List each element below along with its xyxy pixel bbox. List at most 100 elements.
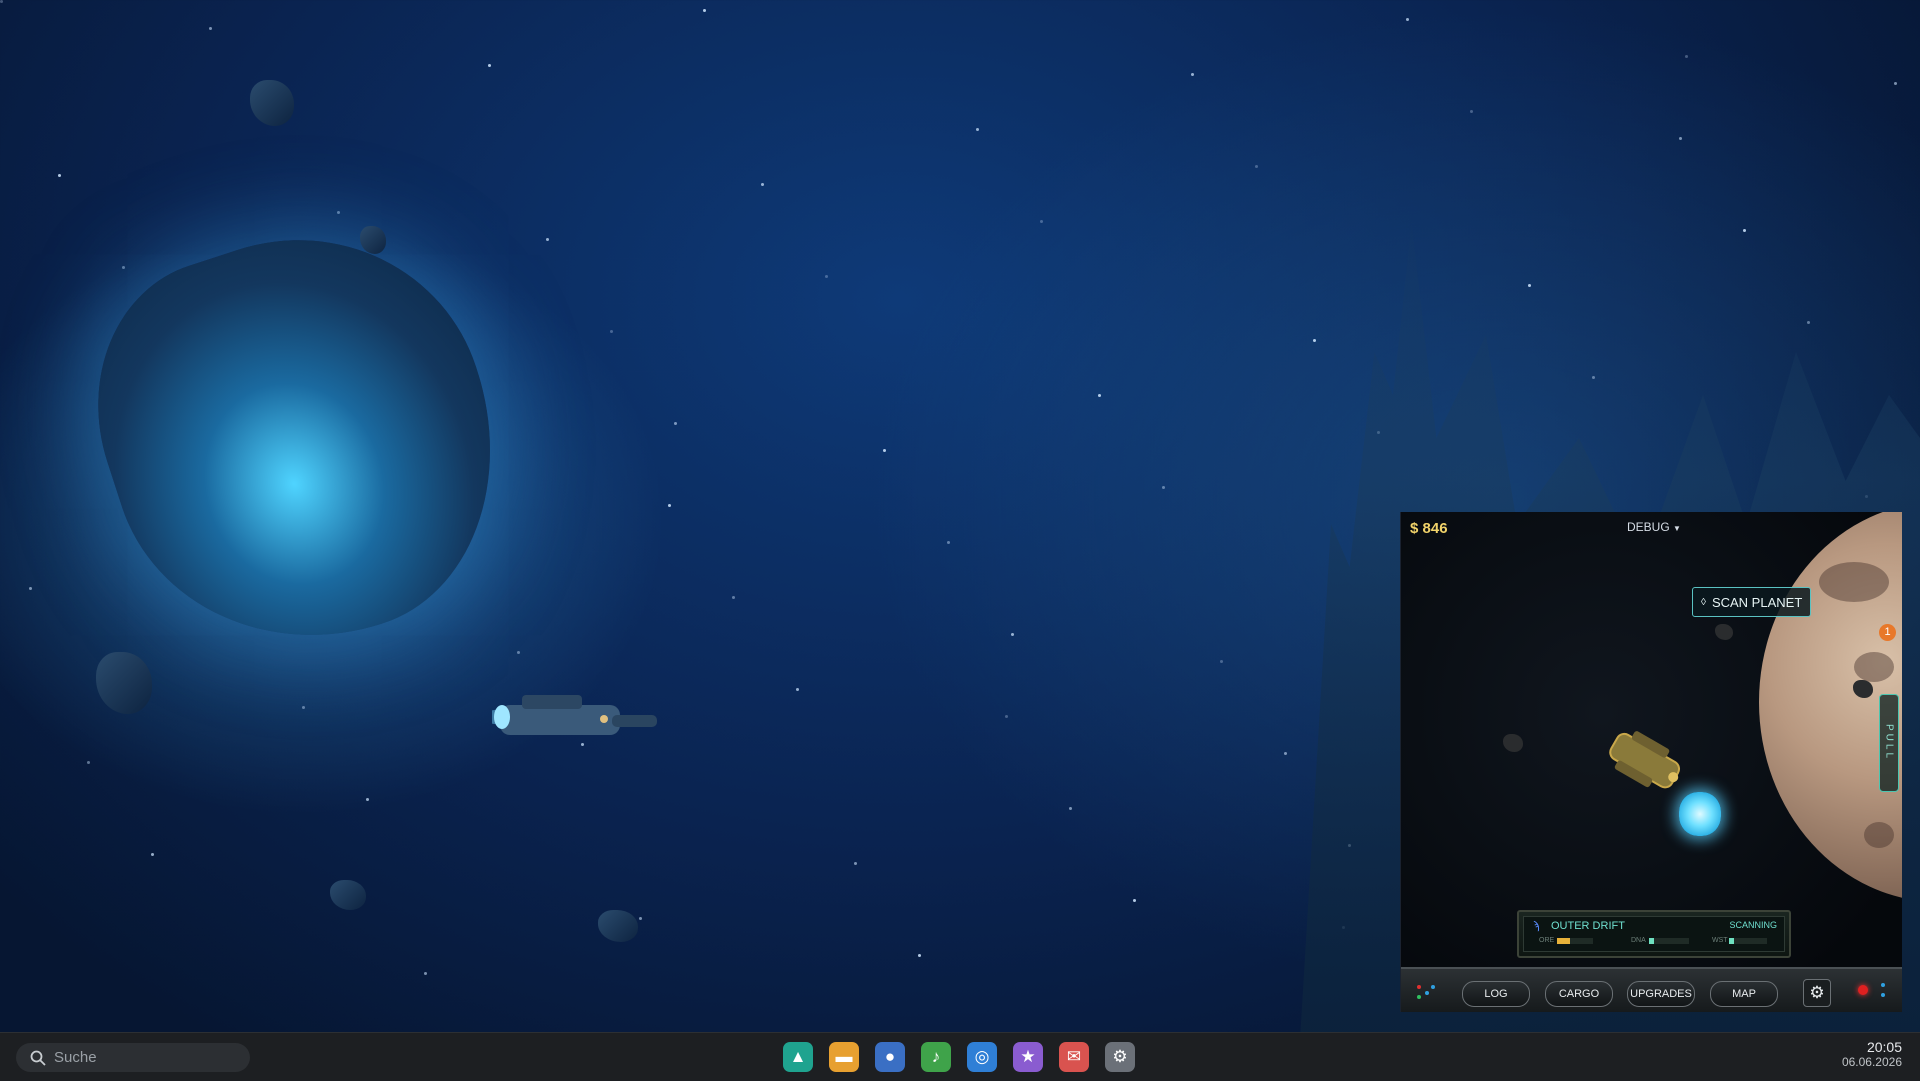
map-button[interactable]: MAP bbox=[1710, 981, 1778, 1007]
globe-icon: ◎ bbox=[974, 1047, 990, 1066]
star bbox=[58, 174, 61, 177]
taskbar-app-music[interactable]: ♪ bbox=[921, 1042, 951, 1072]
space-debris bbox=[1503, 734, 1523, 752]
spaceship-illustration bbox=[492, 695, 657, 735]
music-icon: ♪ bbox=[931, 1047, 941, 1066]
taskbar-app-launcher[interactable]: ▲ bbox=[783, 1042, 813, 1072]
planet-crater bbox=[1819, 562, 1889, 602]
star-icon: ★ bbox=[1020, 1047, 1036, 1066]
scan-planet-button[interactable]: ◊ SCAN PLANET bbox=[1692, 587, 1812, 617]
planet-crater bbox=[1854, 652, 1894, 682]
game-toolbar: LOG CARGO UPGRADES MAP ⚙ bbox=[1401, 967, 1902, 1012]
star bbox=[302, 706, 305, 709]
star bbox=[976, 128, 979, 131]
gear-icon: ⚙ bbox=[1112, 1047, 1128, 1066]
indicator-light bbox=[1881, 983, 1885, 987]
indicator-light bbox=[1881, 993, 1885, 997]
taskbar-app-files[interactable]: ▬ bbox=[829, 1042, 859, 1072]
star bbox=[1133, 899, 1136, 902]
small-asteroid bbox=[360, 226, 386, 254]
gear-icon: ⚙ bbox=[1809, 983, 1825, 1002]
star bbox=[1470, 110, 1473, 113]
taskbar-app-chat[interactable]: ● bbox=[875, 1042, 905, 1072]
meter-label-dna: DNA bbox=[1631, 937, 1646, 944]
star bbox=[209, 27, 212, 30]
star bbox=[87, 761, 90, 764]
meter-wst bbox=[1729, 938, 1767, 944]
star bbox=[1098, 394, 1101, 397]
star bbox=[918, 954, 921, 957]
taskbar-app-browser[interactable]: ◎ bbox=[967, 1042, 997, 1072]
taskbar-app-favorites[interactable]: ★ bbox=[1013, 1042, 1043, 1072]
small-asteroid bbox=[96, 652, 152, 714]
star bbox=[610, 330, 613, 333]
star bbox=[337, 211, 340, 214]
star bbox=[825, 275, 828, 278]
star bbox=[1528, 284, 1531, 287]
star bbox=[1255, 165, 1258, 168]
star bbox=[703, 9, 706, 12]
zone-icon: ϡ bbox=[1533, 920, 1540, 932]
folder-icon: ▬ bbox=[835, 1047, 853, 1066]
debug-dropdown[interactable]: DEBUG ▼ bbox=[1627, 520, 1681, 534]
star bbox=[0, 0, 3, 3]
star bbox=[488, 64, 491, 67]
star bbox=[674, 422, 677, 425]
clock-time: 20:05 bbox=[1866, 1039, 1902, 1055]
large-asteroid bbox=[57, 191, 543, 689]
star bbox=[29, 587, 32, 590]
scan-planet-label: SCAN PLANET bbox=[1711, 594, 1803, 610]
star bbox=[122, 266, 125, 269]
star bbox=[668, 504, 671, 507]
taskbar: Suche ▲ ▬ ● ♪ ◎ ★ ✉ ⚙ 20:05 06.06.2026 bbox=[0, 1032, 1920, 1081]
meter-ore bbox=[1557, 938, 1593, 944]
search-icon bbox=[30, 1050, 46, 1066]
upgrades-button[interactable]: UPGRADES bbox=[1627, 981, 1695, 1007]
settings-gear-button[interactable]: ⚙ bbox=[1803, 979, 1831, 1007]
system-clock[interactable]: 20:05 06.06.2026 bbox=[1842, 1039, 1902, 1069]
meter-label-wst: WST bbox=[1712, 937, 1728, 944]
star bbox=[1743, 229, 1746, 232]
star bbox=[1807, 321, 1810, 324]
star bbox=[854, 862, 857, 865]
taskbar-app-mail[interactable]: ✉ bbox=[1059, 1042, 1089, 1072]
clock-date: 06.06.2026 bbox=[1841, 1055, 1902, 1069]
log-button[interactable]: LOG bbox=[1462, 981, 1530, 1007]
small-asteroid bbox=[330, 880, 366, 910]
zone-name: OUTER DRIFT bbox=[1551, 920, 1625, 932]
star bbox=[761, 183, 764, 186]
small-asteroid bbox=[598, 910, 638, 942]
debug-label: DEBUG bbox=[1627, 520, 1670, 534]
planet-crater bbox=[1864, 822, 1894, 848]
search-input[interactable]: Suche bbox=[16, 1043, 250, 1072]
zone-status-panel: ϡ OUTER DRIFT SCANNING ORE DNA WST bbox=[1517, 910, 1791, 958]
meter-dna bbox=[1649, 938, 1689, 944]
indicator-light bbox=[1417, 985, 1421, 989]
star bbox=[732, 596, 735, 599]
star bbox=[1011, 633, 1014, 636]
notification-badge[interactable]: 1 bbox=[1879, 624, 1896, 641]
indicator-light bbox=[1425, 991, 1429, 995]
star bbox=[947, 541, 950, 544]
energy-crystal[interactable] bbox=[1679, 792, 1721, 836]
star bbox=[883, 449, 886, 452]
meter-label-ore: ORE bbox=[1539, 937, 1555, 944]
star bbox=[151, 853, 154, 856]
pull-label: PULL bbox=[1883, 724, 1895, 762]
chevron-down-icon: ▼ bbox=[1673, 524, 1681, 533]
star bbox=[1191, 73, 1194, 76]
cargo-button[interactable]: CARGO bbox=[1545, 981, 1613, 1007]
star bbox=[1069, 807, 1072, 810]
player-ship[interactable] bbox=[1599, 727, 1691, 797]
star bbox=[1406, 18, 1409, 21]
diamond-icon: ◊ bbox=[1701, 596, 1706, 608]
star bbox=[1894, 82, 1897, 85]
star bbox=[1592, 376, 1595, 379]
power-indicator bbox=[1858, 985, 1868, 995]
taskbar-app-settings[interactable]: ⚙ bbox=[1105, 1042, 1135, 1072]
pull-handle[interactable]: PULL bbox=[1879, 694, 1899, 792]
star bbox=[424, 972, 427, 975]
star bbox=[1679, 137, 1682, 140]
game-window[interactable]: $ 846 DEBUG ▼ ◊ SCAN PLANET 1 PULL ϡ OUT… bbox=[1400, 512, 1902, 1012]
star bbox=[639, 917, 642, 920]
